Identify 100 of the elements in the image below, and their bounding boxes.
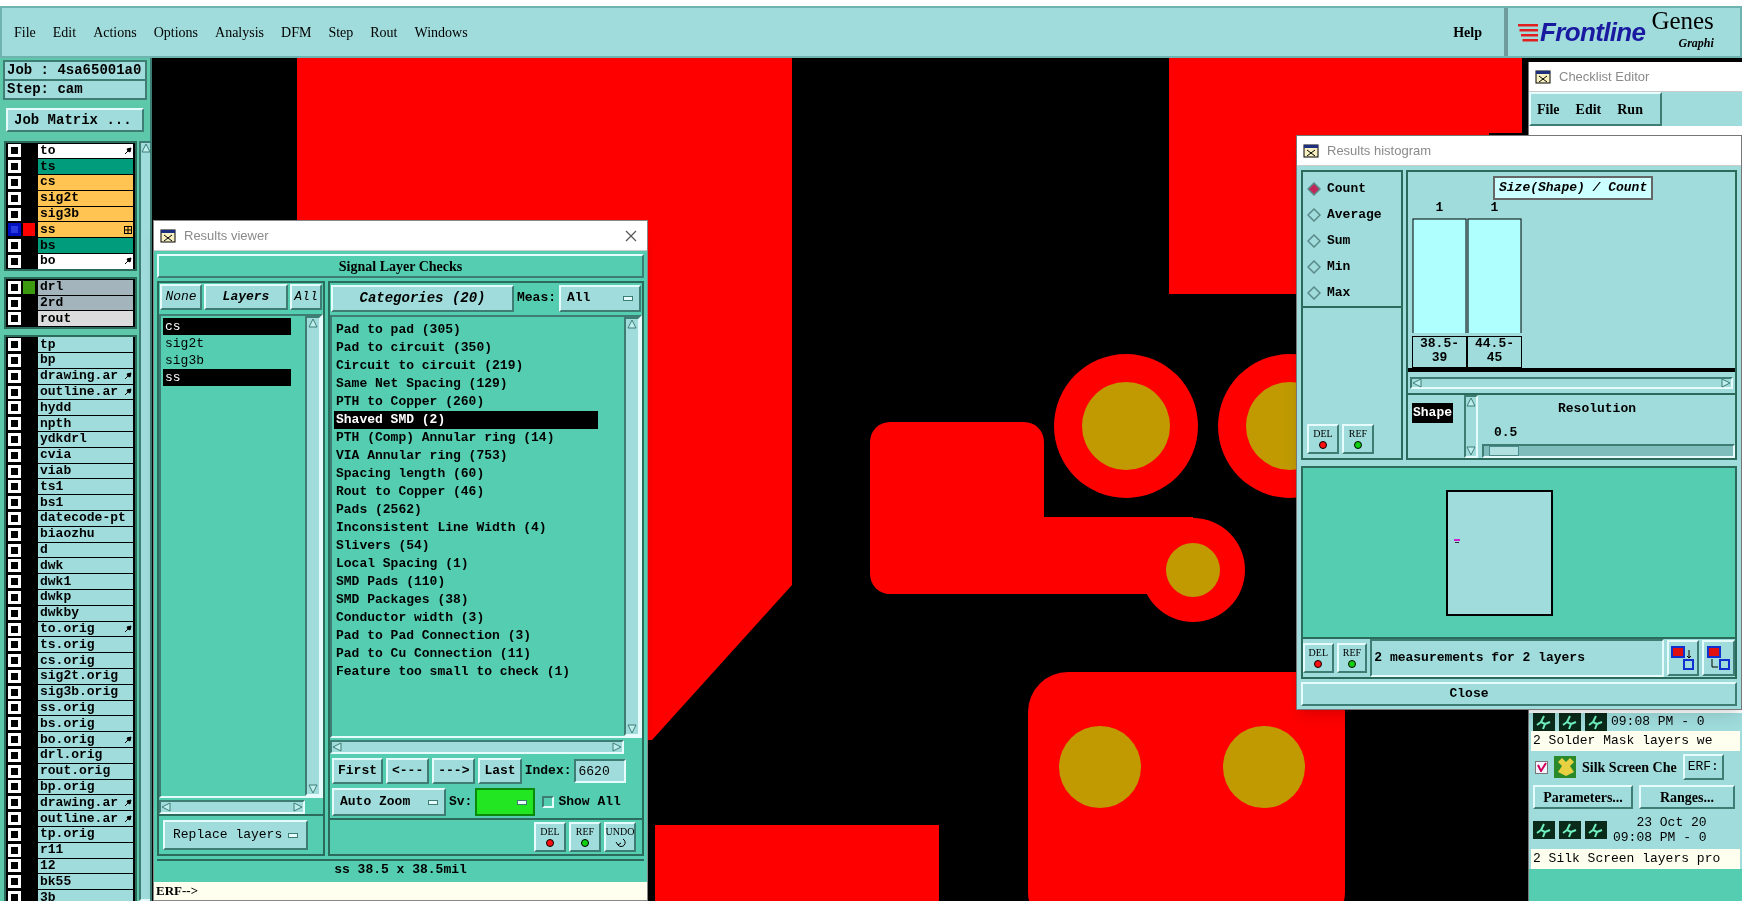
layer-checkbox[interactable] — [8, 223, 21, 237]
layer-item[interactable]: dwkby — [38, 605, 133, 621]
layer-item[interactable]: npth — [38, 416, 133, 432]
layer-item[interactable]: rout — [38, 311, 133, 327]
layer-list-item[interactable]: sig3b — [163, 352, 291, 369]
scroll-up-icon[interactable] — [627, 319, 637, 329]
layer-item[interactable]: bs.orig — [38, 716, 133, 732]
layer-item[interactable]: ss — [38, 222, 133, 238]
layer-item[interactable]: ts.orig — [38, 637, 133, 653]
layer-filter-button[interactable]: None — [160, 284, 202, 310]
mode-radio[interactable]: Min — [1307, 254, 1401, 280]
category-list-item[interactable]: VIA Annular ring (753) — [334, 447, 598, 465]
close-button[interactable]: Close — [1301, 682, 1737, 706]
layer-item[interactable]: bs1 — [38, 495, 133, 511]
layer-item[interactable]: hydd — [38, 400, 133, 416]
index-field[interactable]: 6620 — [574, 759, 627, 783]
scrollbar[interactable] — [159, 800, 305, 814]
check-action-button[interactable]: Ranges... — [1639, 785, 1735, 809]
layer-item[interactable]: drawing.ar — [38, 368, 133, 384]
resolution-slider[interactable] — [1482, 444, 1735, 458]
replace-layers-dropdown[interactable]: Replace layers — [163, 820, 308, 850]
category-list-item[interactable]: Rout to Copper (46) — [334, 483, 598, 501]
category-list-item[interactable]: Circuit to circuit (219) — [334, 357, 598, 375]
menu-item[interactable]: Rout — [370, 21, 398, 43]
layer-list-item[interactable]: ss — [163, 369, 291, 386]
mode-radio[interactable]: Count — [1307, 176, 1401, 202]
scroll-right-icon[interactable] — [612, 742, 622, 752]
scrollbar[interactable] — [1464, 395, 1478, 458]
layer-item[interactable]: cs.orig — [38, 653, 133, 668]
scrollbar[interactable] — [1410, 377, 1733, 389]
close-icon[interactable] — [625, 229, 637, 242]
layer-item[interactable]: drl.orig — [38, 748, 133, 763]
category-list-item[interactable]: Pad to Cu Connection (11) — [334, 645, 598, 663]
layer-item[interactable]: bo.orig — [38, 732, 133, 747]
layer-item[interactable]: sig2t.orig — [38, 669, 133, 684]
severity-dropdown[interactable] — [475, 788, 536, 816]
layer-item[interactable]: dwk — [38, 558, 133, 574]
category-list-item[interactable]: Feature too small to check (1) — [334, 663, 598, 681]
category-list-item[interactable]: Shaved SMD (2) — [334, 411, 598, 429]
shape-label[interactable]: Shape — [1412, 403, 1453, 423]
tool-button[interactable]: DEL — [534, 822, 566, 852]
menu-item[interactable]: Run — [1617, 98, 1643, 120]
layer-item[interactable]: sig2t — [38, 190, 133, 206]
layer-item[interactable]: drawing.ar — [38, 795, 133, 811]
menu-item[interactable]: Step — [328, 21, 354, 43]
job-matrix-button[interactable]: Job Matrix ... — [6, 108, 144, 132]
layer-item[interactable]: outline.ar — [38, 384, 133, 400]
slider-thumb[interactable] — [1488, 446, 1519, 456]
layer-item[interactable]: ss.orig — [38, 700, 133, 716]
scroll-up-icon[interactable] — [1466, 397, 1476, 407]
layer-item[interactable]: ydkdrl — [38, 432, 133, 447]
categories-button[interactable]: Categories (20) — [331, 284, 514, 312]
menu-item[interactable]: Edit — [52, 21, 77, 43]
category-list-item[interactable]: Spacing length (60) — [334, 465, 598, 483]
radio-icon[interactable] — [1307, 286, 1321, 300]
menu-item[interactable]: Options — [153, 21, 199, 43]
scroll-left-icon[interactable] — [332, 742, 342, 752]
erf-button[interactable]: ERF: — [1682, 754, 1724, 780]
check-checkbox[interactable] — [1535, 760, 1548, 774]
auto-zoom-dropdown[interactable]: Auto Zoom — [332, 788, 446, 816]
scrollbar[interactable] — [139, 141, 150, 901]
menu-item[interactable]: Help — [1453, 21, 1482, 43]
layer-list-item[interactable]: cs — [163, 318, 291, 335]
scroll-down-icon[interactable] — [1466, 446, 1476, 456]
radio-icon[interactable] — [1307, 182, 1321, 196]
tool-button[interactable]: REF — [1336, 643, 1368, 673]
check-action-button[interactable]: Parameters... — [1533, 785, 1633, 809]
scroll-up-icon[interactable] — [308, 318, 318, 328]
layer-item[interactable]: datecode-pt — [38, 511, 133, 526]
layer-item[interactable]: outline.ar — [38, 811, 133, 826]
layer-item[interactable]: bs — [38, 238, 133, 254]
swap-view-button[interactable] — [1702, 640, 1735, 676]
menu-item[interactable]: DFM — [281, 21, 312, 43]
tool-button[interactable]: UNDO — [604, 822, 636, 852]
navigation-button[interactable]: <--- — [386, 758, 430, 784]
layer-item[interactable]: bp — [38, 353, 133, 368]
layer-item[interactable]: r11 — [38, 842, 133, 858]
meas-dropdown[interactable]: All — [559, 284, 641, 312]
layer-item[interactable]: rout.orig — [38, 763, 133, 779]
layer-item[interactable]: bp.orig — [38, 779, 133, 795]
layer-item[interactable]: sig3b.orig — [38, 684, 133, 700]
layer-item[interactable]: dwkp — [38, 590, 133, 605]
layer-item[interactable]: sig3b — [38, 206, 133, 222]
navigation-button[interactable]: Last — [478, 758, 522, 784]
show-all-checkbox[interactable]: Show All — [542, 792, 621, 812]
category-list-item[interactable]: Local Spacing (1) — [334, 555, 598, 573]
menu-item[interactable]: Edit — [1575, 98, 1602, 120]
layer-item[interactable]: ts — [38, 159, 133, 175]
navigation-button[interactable]: First — [332, 758, 383, 784]
radio-icon[interactable] — [1307, 234, 1321, 248]
category-list-item[interactable]: PTH (Comp) Annular ring (14) — [334, 429, 598, 447]
scroll-left-icon[interactable] — [1412, 378, 1422, 388]
scrollbar[interactable] — [305, 316, 321, 796]
scroll-up-icon[interactable] — [141, 143, 150, 153]
scroll-down-icon[interactable] — [308, 784, 318, 794]
tool-button[interactable]: DEL — [1303, 643, 1334, 673]
layer-list-item[interactable]: sig2t — [163, 335, 291, 352]
mode-radio[interactable]: Max — [1307, 280, 1401, 306]
layer-filter-button[interactable]: Layers — [204, 284, 288, 310]
navigation-button[interactable]: ---> — [432, 758, 476, 784]
